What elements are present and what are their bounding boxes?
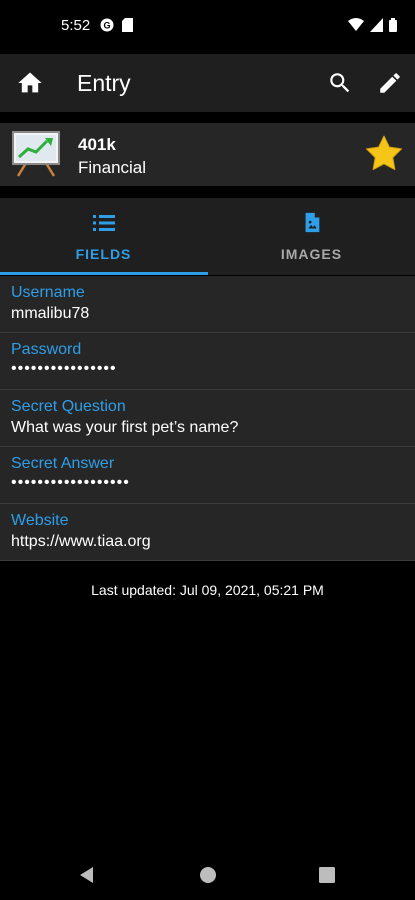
- entry-category: Financial: [78, 158, 147, 177]
- field-label: Username: [11, 284, 85, 301]
- recents-square-icon: [319, 867, 335, 883]
- system-nav-bar: [0, 848, 415, 900]
- field-secret-question[interactable]: Secret Question What was your first pet’…: [0, 390, 415, 447]
- field-website[interactable]: Website https://www.tiaa.org: [0, 504, 415, 561]
- page-title: Entry: [77, 70, 131, 96]
- back-triangle-icon: [80, 867, 93, 883]
- tab-fields[interactable]: FIELDS: [0, 198, 207, 275]
- field-value: mmalibu78: [11, 305, 90, 322]
- fields-list: Username mmalibu78 Password ••••••••••••…: [0, 276, 415, 561]
- search-button[interactable]: [327, 70, 353, 96]
- field-value: https://www.tiaa.org: [11, 533, 151, 550]
- field-label: Secret Answer: [11, 455, 115, 472]
- field-secret-answer[interactable]: Secret Answer ••••••••••••••••••: [0, 447, 415, 504]
- app-bar: Entry: [0, 54, 415, 112]
- tab-bar: FIELDS IMAGES: [0, 198, 415, 275]
- notification-app-icon: G: [100, 18, 114, 37]
- field-value: What was your first pet’s name?: [11, 419, 239, 436]
- active-tab-indicator: [0, 272, 208, 275]
- favorite-button[interactable]: [362, 133, 406, 175]
- list-icon: [92, 212, 116, 234]
- field-label: Password: [11, 341, 82, 358]
- last-updated-text: Last updated: Jul 09, 2021, 05:21 PM: [91, 582, 324, 598]
- tab-images-label: IMAGES: [280, 246, 343, 262]
- sd-card-icon: [122, 18, 133, 37]
- field-label: Secret Question: [11, 398, 126, 415]
- wifi-icon: [348, 18, 364, 37]
- battery-icon: [389, 18, 397, 37]
- nav-recents-button[interactable]: [319, 867, 335, 888]
- star-icon: [365, 135, 403, 171]
- entry-name: 401k: [78, 135, 116, 154]
- nav-home-button[interactable]: [199, 866, 217, 889]
- status-bar: 5:52 G: [0, 0, 415, 54]
- field-value: ••••••••••••••••: [11, 360, 117, 377]
- entry-header: 401k Financial: [0, 123, 415, 186]
- home-circle-icon: [200, 867, 216, 883]
- status-time: 5:52: [61, 17, 91, 34]
- field-username[interactable]: Username mmalibu78: [0, 276, 415, 333]
- nav-back-button[interactable]: [78, 866, 96, 889]
- search-icon: [330, 73, 350, 93]
- pencil-icon: [380, 73, 400, 93]
- field-value: ••••••••••••••••••: [11, 474, 130, 491]
- tab-images[interactable]: IMAGES: [208, 198, 415, 275]
- signal-icon: [370, 18, 383, 37]
- home-button[interactable]: [16, 69, 44, 97]
- edit-button[interactable]: [377, 70, 403, 96]
- tab-fields-label: FIELDS: [75, 246, 132, 262]
- home-icon: [18, 72, 42, 93]
- field-password[interactable]: Password ••••••••••••••••: [0, 333, 415, 390]
- image-file-icon: [300, 212, 324, 234]
- chart-board-icon: [12, 131, 60, 177]
- field-label: Website: [11, 512, 69, 529]
- svg-text:G: G: [103, 21, 110, 31]
